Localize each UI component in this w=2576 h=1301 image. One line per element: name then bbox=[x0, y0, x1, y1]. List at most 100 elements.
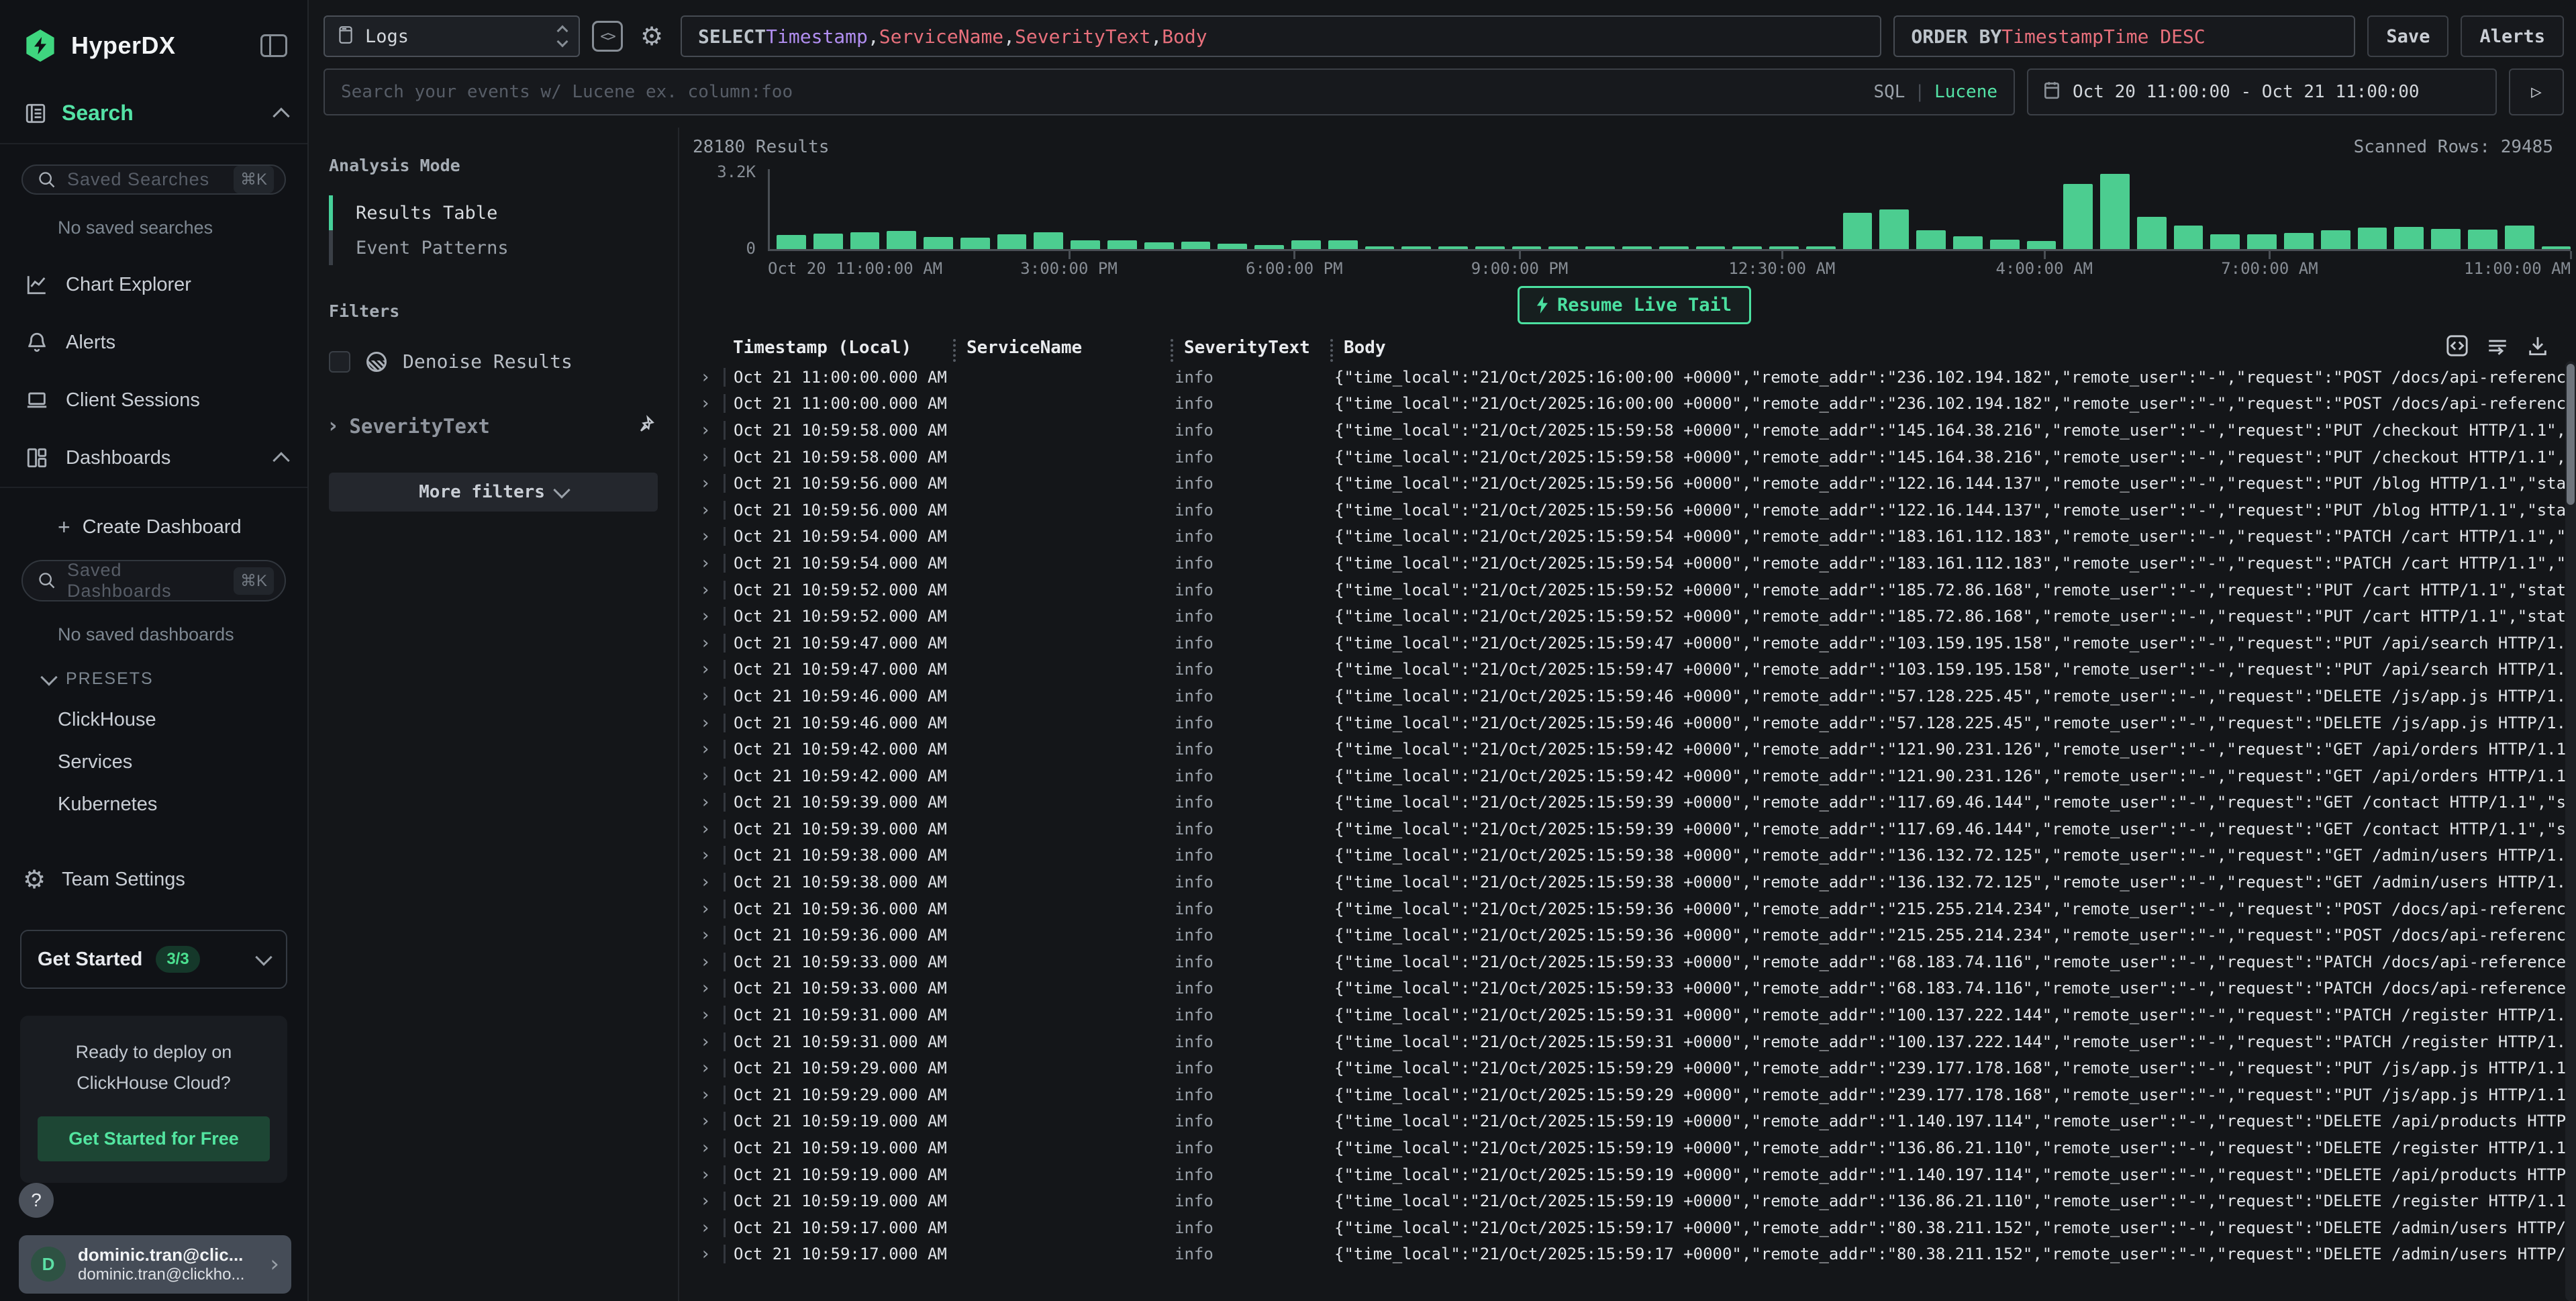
chart-bar[interactable] bbox=[1401, 246, 1431, 249]
denoise-checkbox[interactable] bbox=[329, 351, 350, 373]
row-expand-icon[interactable]: › bbox=[693, 792, 724, 812]
chart-bar[interactable] bbox=[1953, 236, 1983, 249]
row-expand-icon[interactable]: › bbox=[693, 1005, 724, 1025]
row-expand-icon[interactable]: › bbox=[693, 978, 724, 998]
row-expand-icon[interactable]: › bbox=[693, 526, 724, 546]
table-row[interactable]: ›Oct 21 10:59:56.000 AMinfo{"time_local"… bbox=[693, 497, 2576, 524]
chart-bar[interactable] bbox=[2063, 184, 2093, 249]
table-row[interactable]: ›Oct 21 10:59:19.000 AMinfo{"time_local"… bbox=[693, 1108, 2576, 1135]
chart-bar[interactable] bbox=[2174, 226, 2203, 249]
save-button[interactable]: Save bbox=[2367, 15, 2448, 57]
row-expand-icon[interactable]: › bbox=[693, 1032, 724, 1052]
table-row[interactable]: ›Oct 21 10:59:19.000 AMinfo{"time_local"… bbox=[693, 1135, 2576, 1161]
row-expand-icon[interactable]: › bbox=[693, 1165, 724, 1185]
row-expand-icon[interactable]: › bbox=[693, 447, 724, 467]
col-servicename[interactable]: ServiceName bbox=[957, 338, 1175, 358]
chart-bar[interactable] bbox=[2468, 230, 2497, 249]
view-source-icon[interactable] bbox=[2446, 334, 2469, 360]
language-toggle[interactable]: SQL | Lucene bbox=[1873, 82, 1997, 102]
table-row[interactable]: ›Oct 21 10:59:39.000 AMinfo{"time_local"… bbox=[693, 816, 2576, 842]
sidebar-item-chart-explorer[interactable]: Chart Explorer bbox=[0, 273, 307, 296]
sidebar-item-alerts[interactable]: Alerts bbox=[0, 331, 307, 354]
chart-bar[interactable] bbox=[2542, 246, 2571, 249]
chevron-up-icon[interactable] bbox=[273, 452, 289, 469]
chart-bar[interactable] bbox=[850, 232, 880, 249]
chevron-up-icon[interactable] bbox=[273, 107, 289, 124]
chart-bar[interactable] bbox=[1659, 246, 1689, 249]
chart-bar[interactable] bbox=[1475, 246, 1505, 249]
preset-kubernetes[interactable]: Kubernetes bbox=[0, 793, 307, 816]
row-expand-icon[interactable]: › bbox=[693, 659, 724, 679]
chart-bar[interactable] bbox=[2137, 217, 2167, 249]
chart-bar[interactable] bbox=[1990, 240, 2020, 249]
sidebar-item-client-sessions[interactable]: Client Sessions bbox=[0, 389, 307, 412]
chart-bar[interactable] bbox=[1769, 246, 1799, 249]
chart-bar[interactable] bbox=[997, 234, 1027, 249]
table-row[interactable]: ›Oct 21 10:59:31.000 AMinfo{"time_local"… bbox=[693, 1028, 2576, 1055]
get-started-card[interactable]: Get Started 3/3 bbox=[20, 930, 287, 989]
chart-bar[interactable] bbox=[1071, 240, 1100, 249]
chart-bar[interactable] bbox=[2027, 241, 2057, 249]
date-range-picker[interactable]: Oct 20 11:00:00 - Oct 21 11:00:00 bbox=[2027, 68, 2497, 115]
chart-bar[interactable] bbox=[2321, 230, 2350, 249]
table-row[interactable]: ›Oct 21 10:59:19.000 AMinfo{"time_local"… bbox=[693, 1161, 2576, 1188]
table-row[interactable]: ›Oct 21 10:59:17.000 AMinfo{"time_local"… bbox=[693, 1241, 2576, 1268]
chart-bar[interactable] bbox=[960, 238, 990, 249]
source-select[interactable]: Logs bbox=[324, 15, 580, 57]
chart-bar[interactable] bbox=[1732, 246, 1762, 249]
row-expand-icon[interactable]: › bbox=[693, 952, 724, 972]
col-body[interactable]: Body bbox=[1334, 338, 2462, 358]
table-row[interactable]: ›Oct 21 10:59:56.000 AMinfo{"time_local"… bbox=[693, 470, 2576, 497]
row-expand-icon[interactable]: › bbox=[693, 500, 724, 520]
table-row[interactable]: ›Oct 21 10:59:54.000 AMinfo{"time_local"… bbox=[693, 550, 2576, 577]
row-expand-icon[interactable]: › bbox=[693, 393, 724, 414]
chart-bar[interactable] bbox=[1254, 245, 1284, 249]
chart-bar[interactable] bbox=[1218, 244, 1247, 249]
chart-bar[interactable] bbox=[2247, 234, 2277, 249]
chart-bar[interactable] bbox=[1843, 213, 1873, 249]
row-expand-icon[interactable]: › bbox=[693, 1244, 724, 1264]
row-expand-icon[interactable]: › bbox=[693, 1218, 724, 1238]
help-button[interactable]: ? bbox=[19, 1183, 54, 1218]
table-row[interactable]: ›Oct 21 10:59:36.000 AMinfo{"time_local"… bbox=[693, 922, 2576, 949]
mode-results-table[interactable]: Results Table bbox=[329, 195, 658, 230]
chart-bar[interactable] bbox=[777, 235, 806, 249]
table-row[interactable]: ›Oct 21 10:59:38.000 AMinfo{"time_local"… bbox=[693, 869, 2576, 896]
pin-icon[interactable] bbox=[638, 415, 658, 438]
table-row[interactable]: ›Oct 21 10:59:52.000 AMinfo{"time_local"… bbox=[693, 577, 2576, 604]
row-expand-icon[interactable]: › bbox=[693, 819, 724, 839]
chart-bar[interactable] bbox=[1916, 230, 1946, 249]
severity-filter-group[interactable]: › SeverityText bbox=[329, 414, 658, 438]
col-timestamp[interactable]: Timestamp (Local) bbox=[724, 338, 957, 358]
chart-bar[interactable] bbox=[1512, 246, 1542, 249]
table-row[interactable]: ›Oct 21 10:59:36.000 AMinfo{"time_local"… bbox=[693, 896, 2576, 922]
sql-toggle[interactable]: SQL bbox=[1873, 82, 1905, 102]
chart-bar[interactable] bbox=[1291, 240, 1321, 249]
row-expand-icon[interactable]: › bbox=[693, 1111, 724, 1131]
table-row[interactable]: ›Oct 21 10:59:52.000 AMinfo{"time_local"… bbox=[693, 603, 2576, 630]
saved-searches-input[interactable]: Saved Searches ⌘K bbox=[21, 164, 286, 195]
table-row[interactable]: ›Oct 21 10:59:42.000 AMinfo{"time_local"… bbox=[693, 763, 2576, 789]
create-dashboard-button[interactable]: + Create Dashboard bbox=[0, 515, 307, 540]
row-expand-icon[interactable]: › bbox=[693, 580, 724, 600]
sidebar-item-search[interactable]: Search bbox=[0, 101, 307, 126]
download-icon[interactable] bbox=[2526, 334, 2549, 360]
row-expand-icon[interactable]: › bbox=[693, 766, 724, 786]
table-row[interactable]: ›Oct 21 10:59:42.000 AMinfo{"time_local"… bbox=[693, 736, 2576, 763]
chart-bar[interactable] bbox=[1879, 209, 1909, 250]
table-row[interactable]: ›Oct 21 10:59:19.000 AMinfo{"time_local"… bbox=[693, 1188, 2576, 1214]
user-menu[interactable]: D dominic.tran@clic... dominic.tran@clic… bbox=[19, 1235, 291, 1294]
chart-bar[interactable] bbox=[2284, 233, 2314, 249]
scrollbar-thumb[interactable] bbox=[2567, 364, 2575, 505]
table-row[interactable]: ›Oct 21 10:59:54.000 AMinfo{"time_local"… bbox=[693, 524, 2576, 550]
table-row[interactable]: ›Oct 21 10:59:58.000 AMinfo{"time_local"… bbox=[693, 444, 2576, 471]
select-columns-input[interactable]: SELECT Timestamp,ServiceName,SeverityTex… bbox=[681, 15, 1881, 57]
order-by-input[interactable]: ORDER BY TimestampTime DESC bbox=[1893, 15, 2355, 57]
chart-bar[interactable] bbox=[2505, 226, 2534, 249]
table-row[interactable]: ›Oct 21 10:59:29.000 AMinfo{"time_local"… bbox=[693, 1055, 2576, 1081]
sidebar-collapse-icon[interactable] bbox=[260, 34, 287, 57]
chart-bar[interactable] bbox=[1585, 246, 1615, 249]
row-expand-icon[interactable]: › bbox=[693, 367, 724, 387]
mode-event-patterns[interactable]: Event Patterns bbox=[329, 230, 658, 265]
chart-bar[interactable] bbox=[1328, 240, 1358, 249]
